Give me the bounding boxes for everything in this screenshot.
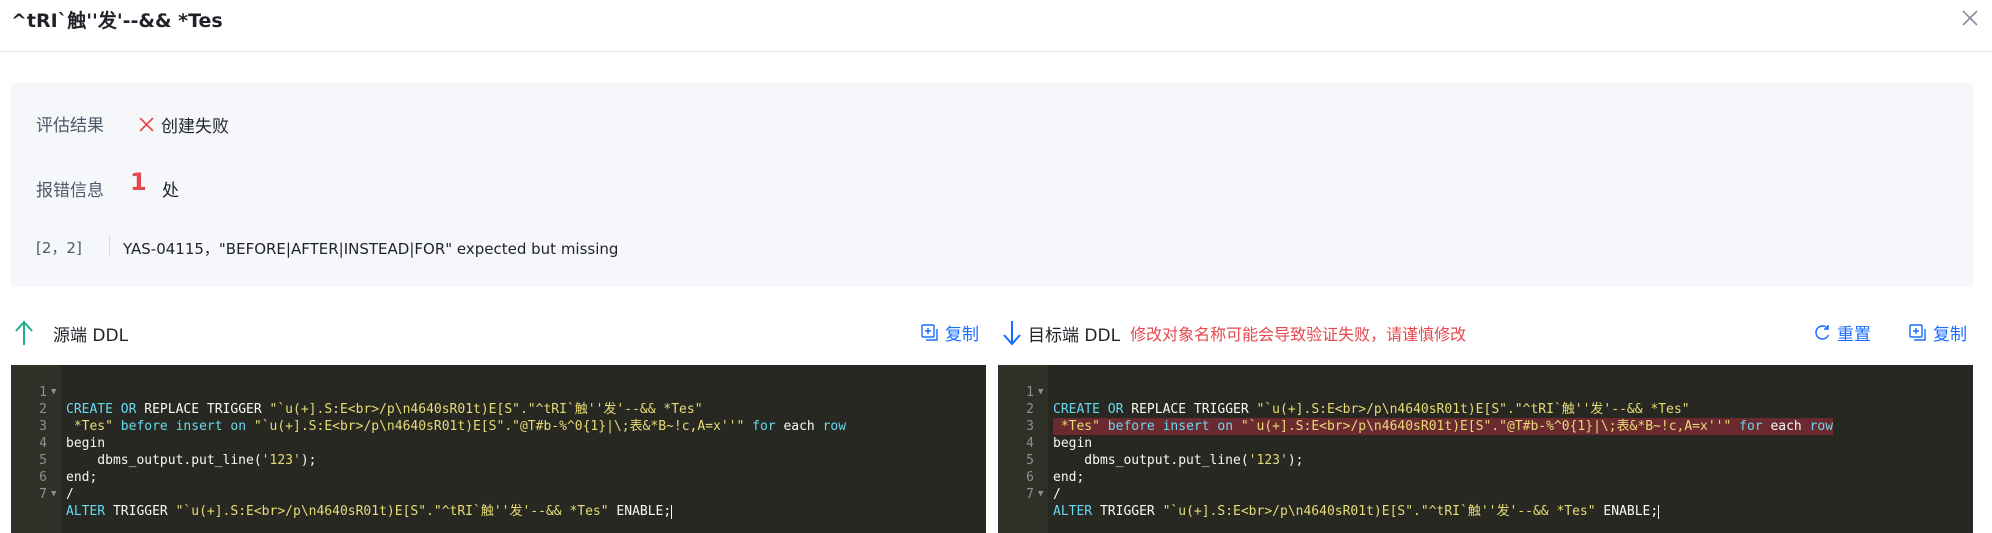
copy-icon (921, 323, 938, 341)
text-cursor (1658, 504, 1660, 519)
error-label: 报错信息 (36, 181, 104, 201)
fail-icon (139, 117, 154, 132)
arrow-up-icon (15, 320, 33, 345)
status-text: 创建失败 (161, 117, 229, 137)
code-line: 5 end; (1026, 453, 1085, 485)
source-copy-label: 复制 (945, 325, 979, 345)
result-label: 评估结果 (36, 116, 104, 136)
text-cursor (671, 504, 673, 519)
code-line: 2 *Tes" before insert on "`u(+].S:E<br>/… (39, 402, 847, 434)
fold-icon: ▼ (1038, 387, 1044, 397)
code-line: 4 dbms_output.put_line('123'); (39, 436, 317, 468)
source-code-editor[interactable]: 1 ▼ CREATE OR REPLACE TRIGGER "`u(+].S:E<… (11, 365, 986, 533)
source-ddl-header: 源端 DDL (13, 318, 128, 348)
code-line: 3 begin (39, 419, 106, 451)
code-line: 1 ▼ CREATE OR REPLACE TRIGGER "`u(+].S:E<… (39, 385, 703, 417)
fold-icon: ▼ (1038, 489, 1044, 499)
dialog-header: ^tRI`触''发'--&& *Tes (0, 0, 1992, 52)
error-highlight: *Tes" before insert on "`u(+].S:E<br>/p\… (1053, 418, 1834, 435)
error-count: 1 (130, 168, 147, 196)
code-line: 3 begin (1026, 419, 1093, 451)
copy-icon (1909, 323, 1926, 341)
source-ddl-title: 源端 DDL (53, 325, 129, 346)
refresh-icon (1815, 325, 1830, 340)
code-line: 5 end; (39, 453, 98, 485)
target-code-editor[interactable]: 1 ▼ CREATE OR REPLACE TRIGGER "`u(+].S:E<… (998, 365, 1973, 533)
error-unit: 处 (162, 181, 179, 201)
code-line-error: 2 *Tes" before insert on "`u(+].S:E<br>/… (1026, 402, 1834, 435)
target-copy-label: 复制 (1933, 325, 1967, 345)
evaluation-panel: 评估结果 创建失败 报错信息 1 处 [2，2] YAS-04115，"BEFO… (11, 83, 1973, 287)
target-ddl-title: 目标端 DDL (1028, 325, 1121, 346)
divider (109, 235, 110, 255)
fold-icon: ▼ (51, 387, 57, 397)
fold-icon: ▼ (51, 489, 57, 499)
reset-button[interactable]: 重置 (1814, 320, 1871, 345)
close-icon[interactable] (1958, 6, 1982, 30)
code-line: 7 ▼ ALTER TRIGGER "`u(+].S:E<br>/p\n4640s… (1026, 487, 1660, 519)
code-line: 6 / (39, 470, 74, 502)
error-message: YAS-04115，"BEFORE|AFTER|INSTEAD|FOR" exp… (123, 240, 619, 258)
target-ddl-header: 目标端 DDL 修改对象名称可能会导致验证失败，请谨慎修改 (1002, 318, 1466, 348)
code-line: 1 ▼ CREATE OR REPLACE TRIGGER "`u(+].S:E<… (1026, 385, 1690, 417)
target-copy-button[interactable]: 复制 (1909, 320, 1967, 345)
arrow-down-icon (1003, 321, 1021, 346)
status-badge: 创建失败 (138, 112, 229, 137)
dialog-title: ^tRI`触''发'--&& *Tes (11, 10, 223, 32)
code-line: 6 / (1026, 470, 1061, 502)
source-copy-button[interactable]: 复制 (921, 320, 979, 345)
error-position: [2，2] (36, 239, 82, 257)
reset-label: 重置 (1837, 325, 1871, 345)
code-line: 4 dbms_output.put_line('123'); (1026, 436, 1304, 468)
code-line: 7 ▼ ALTER TRIGGER "`u(+].S:E<br>/p\n4640s… (39, 487, 673, 519)
target-warning: 修改对象名称可能会导致验证失败，请谨慎修改 (1130, 325, 1467, 344)
